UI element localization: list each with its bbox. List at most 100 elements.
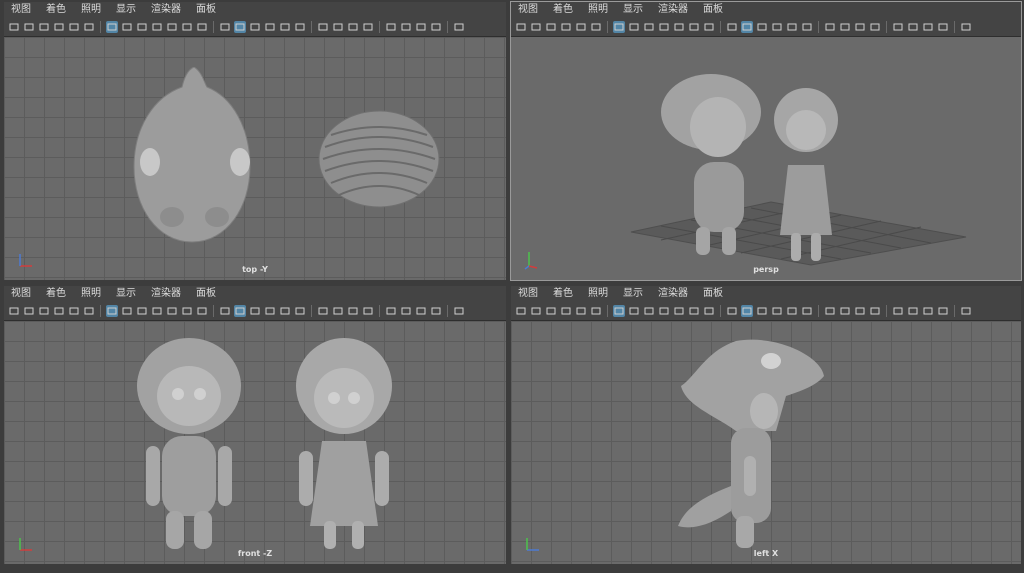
2d-pan-icon[interactable] bbox=[68, 305, 80, 317]
menu-shading[interactable]: 着色 bbox=[39, 286, 74, 302]
grid-icon[interactable] bbox=[613, 21, 625, 33]
default-material-icon[interactable] bbox=[756, 21, 768, 33]
safe-action-icon[interactable] bbox=[688, 21, 700, 33]
settings-icon[interactable] bbox=[453, 305, 465, 317]
viewport-canvas[interactable]: left X bbox=[511, 321, 1021, 564]
menu-panels[interactable]: 面板 bbox=[696, 2, 731, 18]
menu-show[interactable]: 显示 bbox=[109, 2, 144, 18]
motion-blur-icon[interactable] bbox=[854, 305, 866, 317]
safe-title-icon[interactable] bbox=[196, 21, 208, 33]
2d-pan-icon[interactable] bbox=[68, 21, 80, 33]
xray-joints-icon[interactable] bbox=[400, 305, 412, 317]
ambient-occlusion-icon[interactable] bbox=[839, 305, 851, 317]
viewport-canvas[interactable]: top -Y bbox=[4, 37, 506, 280]
resolution-gate-icon[interactable] bbox=[136, 21, 148, 33]
default-material-icon[interactable] bbox=[249, 21, 261, 33]
anti-alias-icon[interactable] bbox=[869, 21, 881, 33]
ambient-occlusion-icon[interactable] bbox=[332, 21, 344, 33]
film-gate-icon[interactable] bbox=[121, 305, 133, 317]
shadows-icon[interactable] bbox=[317, 305, 329, 317]
settings-icon[interactable] bbox=[960, 21, 972, 33]
bookmark-icon[interactable] bbox=[545, 21, 557, 33]
shadows-icon[interactable] bbox=[824, 305, 836, 317]
lights-icon[interactable] bbox=[294, 305, 306, 317]
shadows-icon[interactable] bbox=[317, 21, 329, 33]
smooth-shade-icon[interactable] bbox=[741, 305, 753, 317]
gate-mask-icon[interactable] bbox=[658, 21, 670, 33]
motion-blur-icon[interactable] bbox=[347, 305, 359, 317]
smooth-shade-icon[interactable] bbox=[234, 21, 246, 33]
xray-joints-icon[interactable] bbox=[400, 21, 412, 33]
image-plane-icon[interactable] bbox=[560, 21, 572, 33]
xray-joints-icon[interactable] bbox=[907, 305, 919, 317]
anti-alias-icon[interactable] bbox=[869, 305, 881, 317]
xray-joints-icon[interactable] bbox=[907, 21, 919, 33]
ambient-occlusion-icon[interactable] bbox=[332, 305, 344, 317]
menu-lighting[interactable]: 照明 bbox=[74, 2, 109, 18]
motion-blur-icon[interactable] bbox=[347, 21, 359, 33]
viewport-persp[interactable]: 视图 着色 照明 显示 渲染器 面板 persp bbox=[510, 1, 1022, 281]
menu-shading[interactable]: 着色 bbox=[546, 286, 581, 302]
2d-pan-icon[interactable] bbox=[575, 21, 587, 33]
resolution-gate-icon[interactable] bbox=[643, 21, 655, 33]
field-chart-icon[interactable] bbox=[166, 21, 178, 33]
gate-mask-icon[interactable] bbox=[658, 305, 670, 317]
camera-icon[interactable] bbox=[515, 21, 527, 33]
viewport-front[interactable]: 视图 着色 照明 显示 渲染器 面板 front -Z bbox=[4, 286, 506, 564]
lights-icon[interactable] bbox=[294, 21, 306, 33]
isolate-icon[interactable] bbox=[892, 305, 904, 317]
menu-view[interactable]: 视图 bbox=[4, 286, 39, 302]
xray-active-icon[interactable] bbox=[415, 305, 427, 317]
default-material-icon[interactable] bbox=[756, 305, 768, 317]
backface-icon[interactable] bbox=[937, 305, 949, 317]
grid-icon[interactable] bbox=[613, 305, 625, 317]
menu-shading[interactable]: 着色 bbox=[546, 2, 581, 18]
menu-renderer[interactable]: 渲染器 bbox=[651, 286, 696, 302]
film-gate-icon[interactable] bbox=[628, 305, 640, 317]
menu-panels[interactable]: 面板 bbox=[189, 2, 224, 18]
isolate-icon[interactable] bbox=[385, 21, 397, 33]
xray-active-icon[interactable] bbox=[415, 21, 427, 33]
bookmark-icon[interactable] bbox=[545, 305, 557, 317]
menu-view[interactable]: 视图 bbox=[4, 2, 39, 18]
xray-icon[interactable] bbox=[786, 305, 798, 317]
menu-shading[interactable]: 着色 bbox=[39, 2, 74, 18]
camera-icon[interactable] bbox=[515, 305, 527, 317]
2d-pan-icon[interactable] bbox=[575, 305, 587, 317]
viewport-canvas[interactable]: front -Z bbox=[4, 321, 506, 564]
image-plane-icon[interactable] bbox=[53, 21, 65, 33]
gate-mask-icon[interactable] bbox=[151, 21, 163, 33]
field-chart-icon[interactable] bbox=[673, 21, 685, 33]
grease-pencil-icon[interactable] bbox=[590, 305, 602, 317]
backface-icon[interactable] bbox=[937, 21, 949, 33]
menu-lighting[interactable]: 照明 bbox=[581, 286, 616, 302]
motion-blur-icon[interactable] bbox=[854, 21, 866, 33]
camera-attr-icon[interactable] bbox=[530, 21, 542, 33]
field-chart-icon[interactable] bbox=[673, 305, 685, 317]
xray-active-icon[interactable] bbox=[922, 305, 934, 317]
film-gate-icon[interactable] bbox=[121, 21, 133, 33]
bookmark-icon[interactable] bbox=[38, 305, 50, 317]
wireframe-icon[interactable] bbox=[726, 305, 738, 317]
viewport-top[interactable]: 视图 着色 照明 显示 渲染器 面板 top -Y bbox=[4, 2, 506, 280]
backface-icon[interactable] bbox=[430, 305, 442, 317]
gate-mask-icon[interactable] bbox=[151, 305, 163, 317]
camera-attr-icon[interactable] bbox=[530, 305, 542, 317]
lights-icon[interactable] bbox=[801, 305, 813, 317]
backface-icon[interactable] bbox=[430, 21, 442, 33]
textured-icon[interactable] bbox=[264, 305, 276, 317]
menu-show[interactable]: 显示 bbox=[616, 2, 651, 18]
xray-icon[interactable] bbox=[279, 21, 291, 33]
shadows-icon[interactable] bbox=[824, 21, 836, 33]
isolate-icon[interactable] bbox=[892, 21, 904, 33]
viewport-canvas[interactable]: persp bbox=[511, 37, 1021, 280]
viewport-left[interactable]: 视图 着色 照明 显示 渲染器 面板 left X bbox=[511, 286, 1021, 564]
grid-icon[interactable] bbox=[106, 21, 118, 33]
safe-action-icon[interactable] bbox=[181, 305, 193, 317]
film-gate-icon[interactable] bbox=[628, 21, 640, 33]
smooth-shade-icon[interactable] bbox=[741, 21, 753, 33]
camera-icon[interactable] bbox=[8, 21, 20, 33]
menu-renderer[interactable]: 渲染器 bbox=[651, 2, 696, 18]
menu-show[interactable]: 显示 bbox=[616, 286, 651, 302]
resolution-gate-icon[interactable] bbox=[643, 305, 655, 317]
